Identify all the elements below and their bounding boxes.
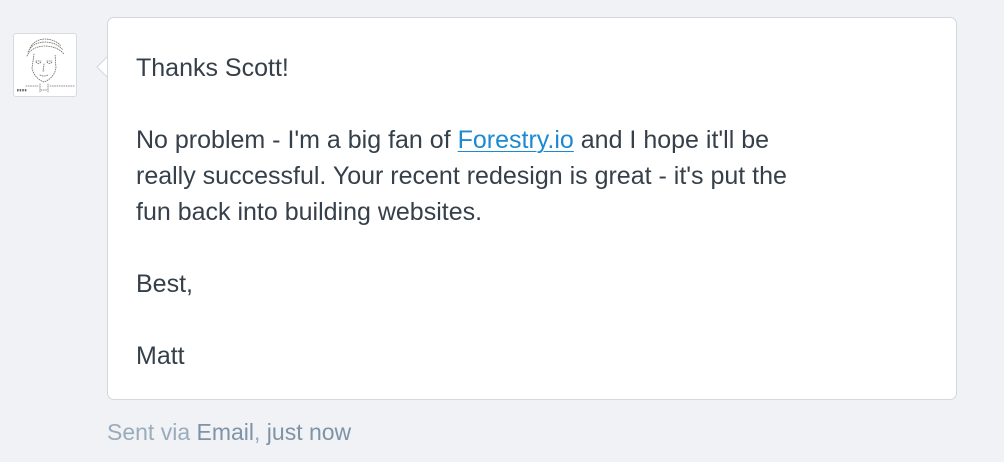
- conversation-thread: Thanks Scott! No problem - I'm a big fan…: [0, 0, 1004, 462]
- meta-timestamp: just now: [260, 419, 352, 445]
- greeting-text: Thanks Scott!: [136, 54, 289, 82]
- meta-prefix: Sent via: [107, 419, 197, 445]
- message-signature: Matt: [136, 338, 928, 374]
- body-line-3: fun back into building websites.: [136, 198, 483, 226]
- signature-text: Matt: [136, 342, 185, 370]
- meta-channel: Email: [196, 419, 255, 445]
- body-line-2: really successful. Your recent redesign …: [136, 162, 787, 190]
- message-meta: Sent via Email, just now: [107, 417, 351, 447]
- ascii-portrait-icon: [17, 38, 75, 93]
- message-greeting: Thanks Scott!: [136, 50, 928, 86]
- avatar[interactable]: [13, 33, 77, 97]
- message-bubble: Thanks Scott! No problem - I'm a big fan…: [107, 17, 957, 400]
- message-signoff: Best,: [136, 266, 928, 302]
- forestry-link[interactable]: Forestry.io: [458, 126, 574, 154]
- body-text-after-link: and I hope it'll be: [573, 126, 770, 154]
- body-line-1: No problem - I'm a big fan of Forestry.i…: [136, 122, 928, 158]
- body-text-before-link: No problem - I'm a big fan of: [136, 126, 458, 154]
- message-body: No problem - I'm a big fan of Forestry.i…: [136, 122, 928, 230]
- signoff-text: Best,: [136, 270, 193, 298]
